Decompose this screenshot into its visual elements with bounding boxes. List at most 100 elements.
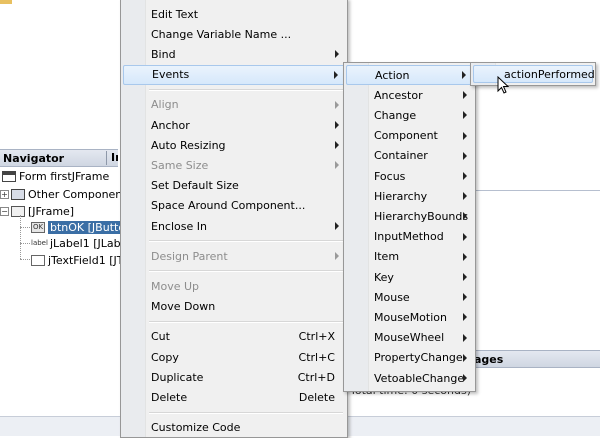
menu-separator [149, 270, 343, 273]
menu-item-same-size: Same Size [123, 155, 345, 175]
events-item-container[interactable]: Container [346, 146, 473, 166]
messages-header-title: ages [474, 353, 504, 366]
events-item-component[interactable]: Component [346, 126, 473, 146]
submenu-arrow-icon [463, 131, 467, 140]
events-item-mousewheel[interactable]: MouseWheel [346, 328, 473, 348]
menu-item-label: Item [374, 250, 400, 264]
menu-item-shortcut: Delete [298, 390, 335, 404]
events-item-change[interactable]: Change [346, 105, 473, 125]
menu-item-label: Delete [151, 390, 188, 404]
label-icon: label [31, 238, 48, 247]
events-item-hierarchy[interactable]: Hierarchy [346, 186, 473, 206]
menu-item-label: PropertyChange [374, 351, 463, 365]
menu-separator [149, 411, 343, 414]
submenu-arrow-icon [335, 141, 339, 150]
submenu-arrow-icon [335, 252, 339, 261]
submenu-arrow-icon [463, 232, 467, 241]
menu-item-label: HierarchyBounds [374, 209, 469, 223]
events-item-focus[interactable]: Focus [346, 166, 473, 186]
menu-item-label: Move Up [151, 279, 200, 293]
menu-item-label: Align [151, 98, 179, 112]
menu-item-set-default-size[interactable]: Set Default Size [123, 176, 345, 196]
menu-item-label: Customize Code [151, 421, 241, 435]
menu-item-copy[interactable]: Copy Ctrl+C [123, 347, 345, 367]
menu-item-label: Space Around Component... [151, 199, 306, 213]
menu-item-anchor[interactable]: Anchor [123, 115, 345, 135]
events-item-key[interactable]: Key [346, 267, 473, 287]
events-item-mouse[interactable]: Mouse [346, 287, 473, 307]
navigator-title[interactable]: Navigator [3, 152, 64, 165]
menu-item-bind[interactable]: Bind [123, 44, 345, 64]
menu-item-delete[interactable]: Delete Delete [123, 387, 345, 407]
menu-item-move-down[interactable]: Move Down [123, 297, 345, 317]
navigator-header[interactable]: Navigator In [0, 149, 118, 167]
tree-node-form[interactable]: Form firstJFrame [2, 168, 109, 184]
components-icon [11, 188, 25, 200]
menu-separator [149, 88, 343, 91]
menu-item-label: Component [374, 129, 438, 143]
menu-item-shortcut: Ctrl+D [297, 370, 335, 384]
tree-node-label: Other Components [28, 187, 133, 201]
events-item-inputmethod[interactable]: InputMethod [346, 227, 473, 247]
submenu-arrow-icon [463, 192, 467, 201]
submenu-arrow-icon [335, 222, 339, 230]
submenu-arrow-icon [335, 100, 339, 109]
menu-item-label: Move Down [151, 300, 216, 314]
menu-item-label: Container [374, 149, 428, 163]
events-item-mousemotion[interactable]: MouseMotion [346, 307, 473, 327]
menu-item-duplicate[interactable]: Duplicate Ctrl+D [123, 367, 345, 387]
menu-item-label: Anchor [151, 118, 190, 132]
events-item-action[interactable]: Action [346, 65, 473, 85]
submenu-arrow-icon [463, 353, 467, 362]
menu-item-label: Hierarchy [374, 189, 428, 203]
menu-item-label: Key [374, 270, 394, 284]
submenu-arrow-icon [462, 71, 466, 79]
action-item-actionperformed[interactable]: actionPerformed [473, 65, 595, 83]
tree-node-other-components[interactable]: + Other Components [0, 186, 132, 202]
menu-item-design-parent: Design Parent [123, 246, 345, 266]
tree-connector [20, 243, 30, 244]
events-item-item[interactable]: Item [346, 247, 473, 267]
menu-item-shortcut: Ctrl+C [298, 350, 335, 364]
tree-connector [20, 227, 30, 228]
menu-item-cut[interactable]: Cut Ctrl+X [123, 327, 345, 347]
submenu-arrow-icon [463, 172, 467, 180]
menu-item-label: MouseWheel [374, 331, 445, 345]
menu-item-label: Set Default Size [151, 179, 239, 193]
mouse-cursor-icon [497, 76, 509, 94]
menu-item-label: Auto Resizing [151, 138, 226, 152]
events-item-vetoablechange[interactable]: VetoableChange [346, 368, 473, 388]
submenu-arrow-icon [335, 121, 339, 129]
menu-item-change-variable-name[interactable]: Change Variable Name ... [123, 24, 345, 44]
expand-icon[interactable]: + [0, 189, 9, 199]
events-item-ancestor[interactable]: Ancestor [346, 85, 473, 105]
menu-item-label: Cut [151, 330, 170, 344]
menu-item-label: Change Variable Name ... [151, 27, 292, 41]
submenu-arrow-icon [334, 70, 338, 79]
tree-node-label: Form firstJFrame [19, 169, 110, 183]
menu-item-shortcut: Ctrl+X [298, 330, 335, 344]
menu-separator [149, 240, 343, 243]
menu-item-label: Copy [151, 350, 179, 364]
submenu-arrow-icon [463, 333, 467, 342]
menu-item-auto-resizing[interactable]: Auto Resizing [123, 135, 345, 155]
menu-item-edit-text[interactable]: Edit Text [123, 4, 345, 24]
menu-item-enclose-in[interactable]: Enclose In [123, 216, 345, 236]
events-item-hierarchybounds[interactable]: HierarchyBounds [346, 206, 473, 226]
menu-item-label: Enclose In [151, 219, 207, 233]
collapse-icon[interactable]: − [0, 206, 9, 216]
tree-node-jframe[interactable]: − [JFrame] [0, 203, 74, 219]
menu-item-label: Change [374, 108, 417, 122]
submenu-arrow-icon [463, 151, 467, 160]
menu-item-events[interactable]: Events [123, 64, 345, 85]
submenu-arrow-icon [463, 273, 467, 281]
inspector-tab[interactable]: In [106, 151, 118, 165]
menu-item-label: InputMethod [374, 230, 444, 244]
submenu-arrow-icon [335, 161, 339, 170]
events-item-propertychange[interactable]: PropertyChange [346, 348, 473, 368]
events-submenu: Action Ancestor Change Component Container Fo… [343, 62, 476, 392]
button-icon: OK [31, 221, 45, 233]
submenu-arrow-icon [463, 313, 467, 322]
menu-item-space-around-component[interactable]: Space Around Component... [123, 196, 345, 216]
menu-item-label: Focus [374, 169, 406, 183]
